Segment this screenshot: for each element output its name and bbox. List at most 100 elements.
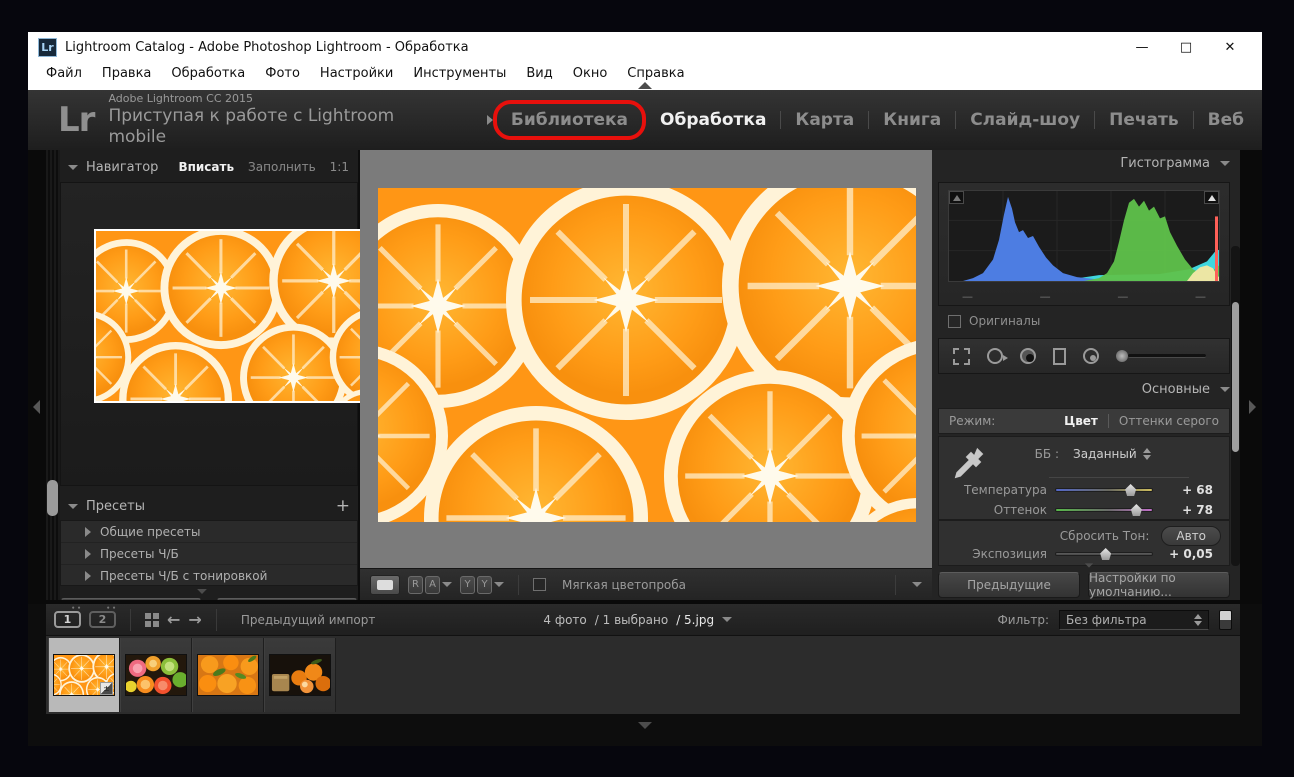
menu-edit[interactable]: Правка [92, 64, 161, 83]
spot-removal-tool-icon[interactable] [987, 348, 1003, 364]
tint-slider-thumb[interactable] [1131, 504, 1142, 516]
filmstrip-thumbnail[interactable] [120, 638, 192, 712]
menu-tools[interactable]: Инструменты [403, 64, 516, 83]
crop-tool-icon[interactable] [953, 348, 970, 365]
highlight-clipping-indicator[interactable] [1204, 191, 1219, 204]
module-slideshow[interactable]: Слайд-шоу [970, 110, 1080, 130]
menu-help[interactable]: Справка [617, 64, 694, 83]
preset-folder[interactable]: Пресеты Ч/Б [61, 543, 357, 565]
before-after-dropdown-icon[interactable] [494, 582, 504, 587]
presets-header[interactable]: Пресеты + [68, 494, 354, 518]
lightroom-mobile-promo[interactable]: Приступая к работе с Lightroom mobile [108, 106, 426, 149]
collapse-left-panel-icon[interactable] [33, 400, 40, 414]
histogram-collapse-icon[interactable] [1220, 161, 1230, 166]
presets-scroll-down-icon[interactable] [197, 589, 207, 594]
histogram-plot[interactable] [948, 190, 1220, 282]
next-photo-arrow-icon[interactable]: → [188, 610, 201, 629]
add-preset-button[interactable]: + [336, 496, 354, 516]
loupe-view-button[interactable] [370, 575, 400, 595]
module-develop[interactable]: Обработка [660, 110, 766, 130]
right-scrollbar-thumb[interactable] [1232, 302, 1239, 452]
expand-icon[interactable] [85, 571, 91, 581]
module-book[interactable]: Книга [883, 110, 941, 130]
minimize-button[interactable]: — [1120, 33, 1164, 61]
filmstrip-thumbnail[interactable] [264, 638, 336, 712]
reference-view-button[interactable]: R [408, 576, 423, 594]
wb-spinner-icon[interactable] [1143, 448, 1151, 460]
expand-icon[interactable] [85, 527, 91, 537]
default-settings-button[interactable]: Настройки по умолчанию... [1088, 572, 1230, 598]
module-print[interactable]: Печать [1109, 110, 1179, 130]
basic-panel-header[interactable]: Основные [1030, 382, 1230, 397]
exposure-slider-thumb[interactable] [1100, 548, 1111, 560]
grid-view-icon[interactable] [145, 613, 159, 627]
white-balance-dropper-icon[interactable] [949, 443, 989, 487]
module-map[interactable]: Карта [795, 110, 854, 130]
zoom-1-1[interactable]: 1:1 [330, 160, 349, 174]
wb-value[interactable]: Заданный [1073, 447, 1137, 461]
temperature-slider-thumb[interactable] [1125, 484, 1136, 496]
basic-collapse-icon[interactable] [1220, 387, 1230, 392]
toolbar-options-dropdown-icon[interactable] [912, 582, 922, 587]
filter-dropdown[interactable]: Без фильтра [1059, 610, 1209, 630]
left-panel-scroll-track[interactable] [46, 150, 60, 600]
red-eye-tool-icon[interactable] [1020, 348, 1036, 364]
menu-view[interactable]: Вид [516, 64, 562, 83]
tint-value[interactable]: + 78 [1161, 503, 1213, 517]
exposure-value[interactable]: + 0,05 [1161, 547, 1213, 561]
preset-folder[interactable]: Общие пресеты [61, 521, 357, 543]
before-view-button[interactable]: Y [460, 576, 475, 594]
expand-icon[interactable] [85, 549, 91, 559]
menu-file[interactable]: Файл [36, 64, 92, 83]
left-scrollbar-thumb[interactable] [47, 480, 58, 516]
previous-button[interactable]: Предыдущие [938, 572, 1080, 598]
previous-photo-arrow-icon[interactable]: ← [167, 610, 180, 629]
collapse-filmstrip-icon[interactable] [638, 722, 652, 729]
filmstrip-thumbnail-selected[interactable]: ± [48, 638, 120, 712]
filmstrip-thumbnail[interactable] [192, 638, 264, 712]
menu-settings[interactable]: Настройки [310, 64, 403, 83]
presets-collapse-icon[interactable] [68, 504, 78, 509]
active-view-button[interactable]: A [425, 576, 440, 594]
menu-window[interactable]: Окно [563, 64, 618, 83]
graduated-filter-tool-icon[interactable] [1053, 348, 1066, 365]
mode-grayscale-option[interactable]: Оттенки серого [1119, 414, 1219, 428]
soft-proof-checkbox[interactable] [533, 578, 546, 591]
zoom-fit[interactable]: Вписать [178, 160, 234, 174]
reference-view-dropdown-icon[interactable] [442, 582, 452, 587]
mode-color-option[interactable]: Цвет [1064, 414, 1098, 428]
radial-filter-tool-icon[interactable] [1083, 348, 1099, 364]
main-photo[interactable] [378, 188, 916, 522]
navigator-collapse-icon[interactable] [68, 165, 78, 170]
filter-spinner-icon[interactable] [1194, 614, 1202, 626]
right-panel-scroll-down-icon[interactable] [1085, 563, 1093, 567]
maximize-button[interactable]: □ [1164, 33, 1208, 61]
module-library[interactable]: Библиотека [493, 100, 646, 140]
right-panel-scroll-track[interactable] [1231, 246, 1240, 566]
menu-develop[interactable]: Обработка [161, 64, 255, 83]
menu-photo[interactable]: Фото [255, 64, 310, 83]
close-button[interactable]: ✕ [1208, 33, 1252, 61]
adjustment-brush-tool-icon[interactable] [1116, 350, 1206, 362]
navigator-header[interactable]: Навигатор Вписать Заполнить 1:1 3:1 [68, 154, 354, 180]
filename-dropdown-icon[interactable] [722, 617, 732, 622]
tint-slider[interactable] [1055, 508, 1153, 512]
filter-toggle-switch[interactable] [1219, 610, 1232, 630]
exposure-slider[interactable] [1055, 552, 1153, 556]
after-view-button[interactable]: Y [477, 576, 492, 594]
collapse-right-panel-icon[interactable] [1249, 400, 1256, 414]
temperature-value[interactable]: + 68 [1161, 483, 1213, 497]
histogram-header[interactable]: Гистограмма [1030, 156, 1230, 171]
filmstrip-source[interactable]: Предыдущий импорт [241, 613, 376, 627]
navigator-preview-image[interactable] [94, 229, 369, 403]
selected-filename[interactable]: / 5.jpg [676, 613, 714, 627]
originals-checkbox[interactable] [948, 315, 961, 328]
auto-tone-button[interactable]: Авто [1161, 526, 1221, 546]
main-window-button[interactable]: 1 [54, 611, 81, 628]
module-web[interactable]: Веб [1208, 110, 1244, 130]
shadow-clipping-indicator[interactable] [949, 191, 964, 204]
second-window-button[interactable]: 2 [89, 611, 116, 628]
temperature-slider[interactable] [1055, 488, 1153, 492]
collapse-top-panel-icon[interactable] [638, 82, 652, 89]
preset-folder[interactable]: Пресеты Ч/Б с тонировкой [61, 565, 357, 586]
